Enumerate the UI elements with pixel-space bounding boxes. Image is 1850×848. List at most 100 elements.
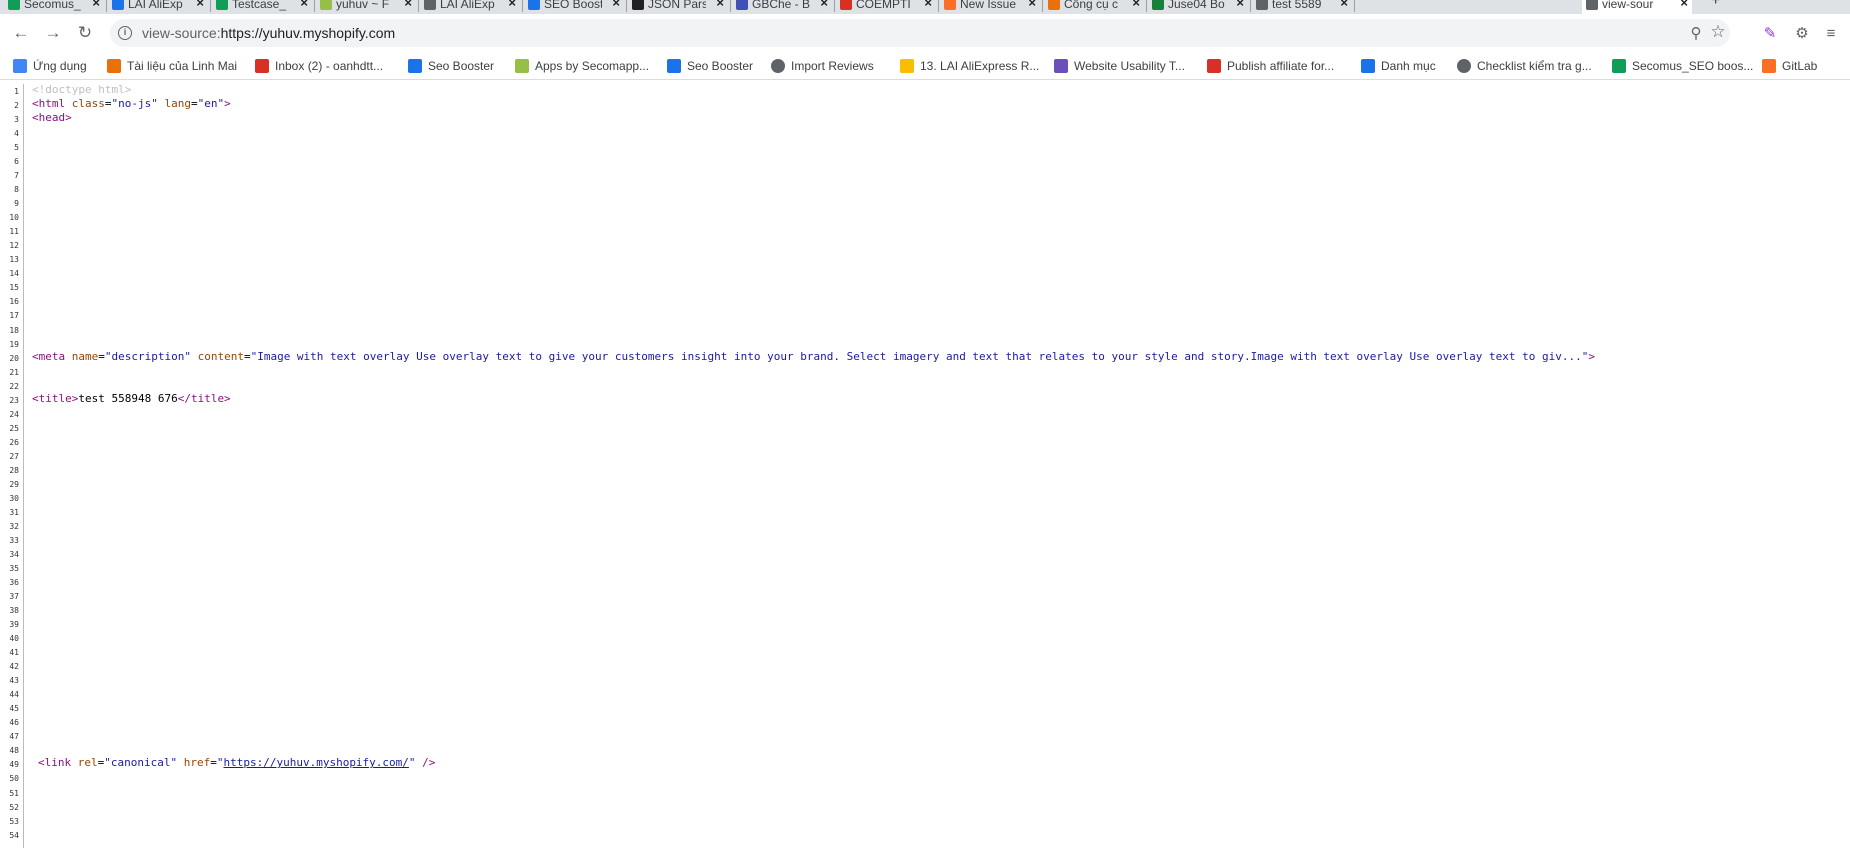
- html-tag: />: [415, 756, 436, 770]
- html-tag: </title>: [177, 391, 231, 405]
- bookmark-item[interactable]: Seo Booster: [408, 58, 494, 74]
- tab-separator: [730, 0, 731, 12]
- globe-icon: [1586, 0, 1598, 10]
- tab-separator: [314, 0, 315, 12]
- browser-tab[interactable]: Công cụ c ×: [1044, 0, 1144, 14]
- line-number: 19: [9, 339, 19, 349]
- info-icon[interactable]: i: [118, 26, 132, 40]
- line-number: 49: [9, 760, 19, 770]
- url-text: https://yuhuv.myshopify.com: [220, 25, 396, 41]
- bookmark-item[interactable]: Import Reviews: [771, 58, 874, 74]
- line-number: 47: [9, 732, 19, 742]
- bookmark-item[interactable]: Tài liệu của Linh Mai: [107, 58, 237, 74]
- bookmark-item[interactable]: Secomus_SEO boos...: [1612, 58, 1753, 74]
- bookmark-item[interactable]: GitLab: [1762, 58, 1817, 74]
- line-number: 33: [9, 535, 19, 545]
- close-icon[interactable]: ×: [612, 0, 620, 10]
- line-number: 37: [9, 592, 19, 602]
- close-icon[interactable]: ×: [1340, 0, 1348, 10]
- close-icon[interactable]: ×: [820, 0, 828, 10]
- line-number: 45: [9, 704, 19, 714]
- reload-icon: ↻: [77, 23, 93, 42]
- bookmark-label: Checklist kiểm tra g...: [1477, 59, 1592, 73]
- close-icon[interactable]: ×: [508, 0, 516, 10]
- browser-tab[interactable]: COEMPTI ×: [836, 0, 936, 14]
- browser-tab[interactable]: SEO Boost ×: [524, 0, 624, 14]
- extensions-puzzle-icon[interactable]: ⚙: [1793, 24, 1811, 42]
- new-tab-button[interactable]: +: [1711, 0, 1720, 10]
- bookmark-item[interactable]: Inbox (2) - oanhdtt...: [255, 58, 383, 74]
- 123-icon: [107, 59, 121, 73]
- pen-extension-icon[interactable]: ✎: [1761, 24, 1779, 42]
- close-icon[interactable]: ×: [1236, 0, 1244, 10]
- attribute-value: "canonical": [104, 756, 178, 770]
- bookmark-item[interactable]: 13. LAI AliExpress R...: [900, 58, 1039, 74]
- close-icon[interactable]: ×: [196, 0, 204, 10]
- attribute-value: "no-js": [111, 97, 158, 111]
- bookmark-item[interactable]: Apps by Secomapp...: [515, 58, 649, 74]
- bookmark-label: Publish affiliate for...: [1227, 59, 1335, 73]
- html-tag: <head>: [32, 111, 72, 125]
- line-number: 4: [14, 129, 19, 139]
- close-icon[interactable]: ×: [92, 0, 100, 10]
- shopify-icon: [515, 59, 529, 73]
- browser-tab[interactable]: LAI AliExp ×: [108, 0, 208, 14]
- bookmark-item[interactable]: Ứng dụng: [13, 58, 87, 74]
- forward-button[interactable]: →: [43, 23, 63, 43]
- address-bar[interactable]: i view-source:https://yuhuv.myshopify.co…: [110, 19, 1730, 47]
- close-icon[interactable]: ×: [924, 0, 932, 10]
- close-icon[interactable]: ×: [404, 0, 412, 10]
- bookmark-label: Website Usability T...: [1074, 59, 1185, 73]
- tab-separator: [1042, 0, 1043, 12]
- line-number: 25: [9, 423, 19, 433]
- gmail-icon: [255, 59, 269, 73]
- canonical-link[interactable]: https://yuhuv.myshopify.com/: [223, 756, 408, 769]
- bookmark-label: Import Reviews: [791, 59, 874, 73]
- close-icon[interactable]: ×: [300, 0, 308, 10]
- globe-icon: [771, 59, 785, 73]
- globe-icon: [424, 0, 436, 10]
- tab-separator: [522, 0, 523, 12]
- zoom-icon[interactable]: ⚲: [1688, 25, 1704, 42]
- bookmark-label: GitLab: [1782, 59, 1818, 73]
- bookmark-item[interactable]: Website Usability T...: [1054, 58, 1185, 74]
- source-line: <meta name="description" content="Image …: [32, 349, 1595, 363]
- browser-tab[interactable]: view-sour ×: [1582, 0, 1692, 14]
- line-number: 18: [9, 325, 19, 335]
- line-number: 15: [9, 283, 19, 293]
- browser-tab[interactable]: LAI AliExp ×: [420, 0, 520, 14]
- address-url[interactable]: view-source:https://yuhuv.myshopify.com: [142, 25, 395, 41]
- reading-list-icon[interactable]: ≡: [1822, 24, 1840, 42]
- browser-tab[interactable]: Secomus_ ×: [4, 0, 104, 14]
- line-number: 24: [9, 409, 19, 419]
- bookmark-star-icon[interactable]: ☆: [1710, 22, 1726, 41]
- line-number: 1: [14, 87, 19, 96]
- green-doc-icon: [1152, 0, 1164, 10]
- browser-tab[interactable]: GBChe - B ×: [732, 0, 832, 14]
- source-line: <head>: [32, 111, 72, 124]
- back-button[interactable]: ←: [11, 23, 31, 43]
- close-icon[interactable]: ×: [716, 0, 724, 10]
- url-scheme: view-source:: [142, 25, 221, 41]
- line-number: 44: [9, 690, 19, 700]
- globe-icon: [1256, 0, 1268, 10]
- reload-button[interactable]: ↻: [75, 23, 95, 43]
- close-icon[interactable]: ×: [1680, 0, 1688, 10]
- browser-tab[interactable]: Juse04 Bo ×: [1148, 0, 1248, 14]
- browser-tab[interactable]: JSON Parse ×: [628, 0, 728, 14]
- tool-icon: [1048, 0, 1060, 10]
- bookmark-item[interactable]: Seo Booster: [667, 58, 753, 74]
- close-icon[interactable]: ×: [1132, 0, 1140, 10]
- browser-tab[interactable]: New Issue ×: [940, 0, 1040, 14]
- tab-title: yuhuv ~ F: [336, 0, 390, 11]
- bookmark-item[interactable]: Publish affiliate for...: [1207, 58, 1334, 74]
- line-number: 13: [9, 255, 19, 265]
- browser-tab[interactable]: yuhuv ~ F ×: [316, 0, 416, 14]
- bookmark-item[interactable]: Checklist kiểm tra g...: [1457, 58, 1592, 74]
- browser-tab[interactable]: test 5589 ×: [1252, 0, 1352, 14]
- source-line: <html class="no-js" lang="en">: [32, 97, 231, 111]
- close-icon[interactable]: ×: [1028, 0, 1036, 10]
- tab-title: Testcase_: [232, 0, 287, 11]
- bookmark-item[interactable]: Danh mục: [1361, 58, 1436, 74]
- browser-tab[interactable]: Testcase_ ×: [212, 0, 312, 14]
